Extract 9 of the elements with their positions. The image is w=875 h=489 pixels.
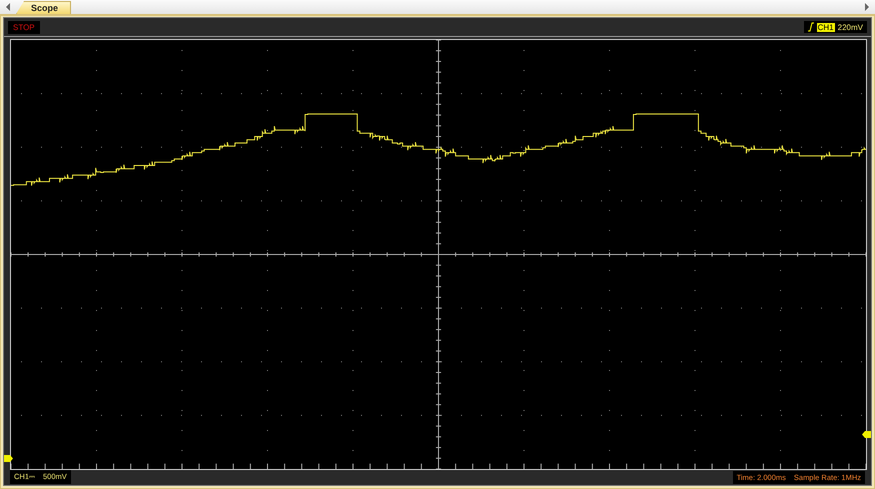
scroll-right-icon[interactable] — [863, 3, 871, 11]
rising-edge-icon — [808, 22, 814, 32]
scroll-left-icon[interactable] — [4, 3, 12, 11]
tab[interactable]: Scope — [16, 1, 72, 14]
trigger-channel: CH1 — [816, 22, 835, 32]
trigger-marker-icon[interactable] — [862, 431, 871, 438]
run-status[interactable]: STOP — [8, 20, 40, 34]
channel-marker-icon[interactable] — [4, 455, 13, 462]
trigger-level: 220mV — [838, 22, 863, 32]
